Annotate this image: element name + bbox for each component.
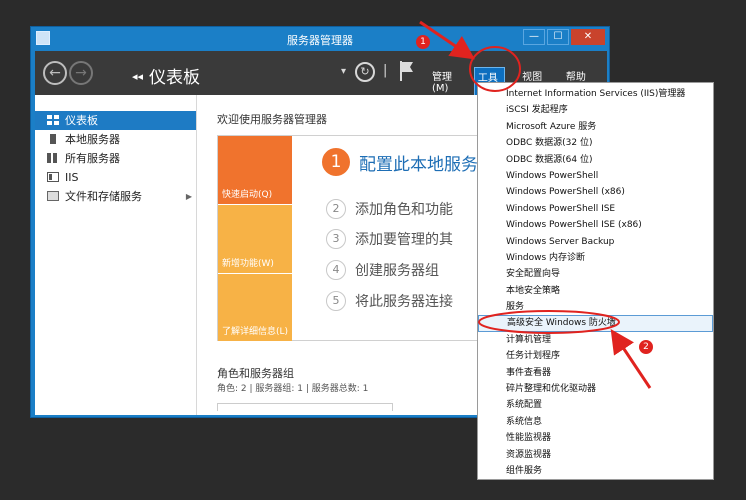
menu-item-defrag[interactable]: 碎片整理和优化驱动器: [478, 381, 713, 397]
sidebar-item-label: 仪表板: [65, 114, 98, 127]
breadcrumb-label: 仪表板: [149, 68, 201, 88]
annotation-badge-1: 1: [416, 35, 430, 49]
close-button[interactable]: ✕: [571, 29, 605, 45]
forward-button[interactable]: →: [69, 61, 93, 85]
step-number: 4: [326, 260, 346, 280]
menu-item-system-config[interactable]: 系统配置: [478, 397, 713, 413]
menu-item-task-scheduler[interactable]: 任务计划程序: [478, 348, 713, 364]
menu-item-event-viewer[interactable]: 事件查看器: [478, 365, 713, 381]
sidebar-item-local-server[interactable]: 本地服务器: [35, 130, 196, 149]
menu-item-odbc64[interactable]: ODBC 数据源(64 位): [478, 152, 713, 168]
roles-summary: 角色: 2 | 服务器组: 1 | 服务器总数: 1: [217, 384, 369, 394]
server-icon: [50, 134, 56, 144]
step-create-group[interactable]: 4 创建服务器组: [326, 260, 439, 280]
menu-item-component-services[interactable]: 组件服务: [478, 463, 713, 479]
tile-quick-start[interactable]: 快速启动(Q): [218, 136, 292, 204]
tile-whats-new[interactable]: 新增功能(W): [218, 205, 292, 273]
menu-item-powershell-ise-x86[interactable]: Windows PowerShell ISE (x86): [478, 217, 713, 233]
step-number: 3: [326, 229, 346, 249]
menu-item-computer-management[interactable]: 计算机管理: [478, 332, 713, 348]
sidebar-item-label: 文件和存储服务: [65, 190, 142, 203]
menu-item-advanced-firewall[interactable]: 高级安全 Windows 防火墙: [478, 315, 713, 332]
sidebar-item-file-storage[interactable]: 文件和存储服务 ▶: [35, 187, 196, 206]
menu-item-server-backup[interactable]: Windows Server Backup: [478, 234, 713, 250]
submenu-arrow-icon[interactable]: ▶: [186, 187, 192, 206]
tools-dropdown-menu: Internet Information Services (IIS)管理器 i…: [477, 82, 714, 480]
step-number: 1: [322, 148, 350, 176]
step-text: 配置此本地服务: [359, 154, 478, 175]
step-connect-cloud[interactable]: 5 将此服务器连接: [326, 291, 453, 311]
refresh-icon[interactable]: ↻: [355, 62, 375, 82]
sidebar-item-dashboard[interactable]: 仪表板: [35, 111, 196, 130]
menu-item-iis-manager[interactable]: Internet Information Services (IIS)管理器: [478, 86, 713, 102]
menu-item-iscsi[interactable]: iSCSI 发起程序: [478, 102, 713, 118]
step-text: 添加角色和功能: [355, 202, 453, 218]
step-configure-local-server[interactable]: 1 配置此本地服务: [322, 148, 478, 176]
step-text: 将此服务器连接: [355, 294, 453, 310]
menu-item-odbc32[interactable]: ODBC 数据源(32 位): [478, 135, 713, 151]
sidebar-item-label: 所有服务器: [65, 152, 120, 165]
menu-item-powershell-x86[interactable]: Windows PowerShell (x86): [478, 184, 713, 200]
role-tile[interactable]: [217, 403, 393, 411]
step-number: 2: [326, 199, 346, 219]
sidebar-item-all-servers[interactable]: 所有服务器: [35, 149, 196, 168]
menu-item-powershell-ise[interactable]: Windows PowerShell ISE: [478, 201, 713, 217]
dashboard-icon: [47, 115, 59, 125]
step-add-servers[interactable]: 3 添加要管理的其: [326, 229, 453, 249]
sidebar-item-iis[interactable]: IIS: [35, 168, 196, 187]
roles-section-title: 角色和服务器组: [217, 367, 294, 380]
minimize-button[interactable]: —: [523, 29, 545, 45]
menu-item-performance-monitor[interactable]: 性能监视器: [478, 430, 713, 446]
toolbar-separator: |: [383, 63, 388, 78]
step-text: 创建服务器组: [355, 263, 439, 279]
menu-item-system-info[interactable]: 系统信息: [478, 414, 713, 430]
menu-item-powershell[interactable]: Windows PowerShell: [478, 168, 713, 184]
tile-learn-more[interactable]: 了解详细信息(L): [218, 274, 292, 341]
menu-item-memory-diagnostic[interactable]: Windows 内存诊断: [478, 250, 713, 266]
step-add-roles[interactable]: 2 添加角色和功能: [326, 199, 453, 219]
iis-icon: [47, 172, 59, 182]
breadcrumb: ◂◂ 仪表板: [132, 63, 200, 88]
menu-item-resource-monitor[interactable]: 资源监视器: [478, 447, 713, 463]
chevron-down-icon[interactable]: ▾: [341, 66, 346, 77]
menu-item-azure[interactable]: Microsoft Azure 服务: [478, 119, 713, 135]
title-bar[interactable]: 服务器管理器 — ☐ ✕: [31, 27, 609, 51]
quick-start-panel: 快速启动(Q) 新增功能(W) 了解详细信息(L) 1 配置此本地服务 2 添加角色…: [217, 135, 487, 341]
storage-icon: [47, 191, 59, 201]
step-number: 5: [326, 291, 346, 311]
menu-item-local-security-policy[interactable]: 本地安全策略: [478, 283, 713, 299]
step-text: 添加要管理的其: [355, 232, 453, 248]
window-controls: — ☐ ✕: [521, 29, 605, 45]
menu-manage[interactable]: 管理(M): [429, 67, 460, 97]
sidebar-item-label: 本地服务器: [65, 133, 120, 146]
back-button[interactable]: ←: [43, 61, 67, 85]
annotation-badge-2: 2: [639, 340, 653, 354]
sidebar-item-label: IIS: [65, 171, 79, 184]
sidebar: 仪表板 本地服务器 所有服务器 IIS 文件和存储服务 ▶: [35, 95, 197, 415]
menu-item-security-wizard[interactable]: 安全配置向导: [478, 266, 713, 282]
servers-icon: [47, 153, 59, 163]
menu-item-services[interactable]: 服务: [478, 299, 713, 315]
maximize-button[interactable]: ☐: [547, 29, 569, 45]
breadcrumb-arrows-icon: ◂◂: [132, 70, 144, 83]
notifications-flag-icon[interactable]: [399, 60, 415, 82]
